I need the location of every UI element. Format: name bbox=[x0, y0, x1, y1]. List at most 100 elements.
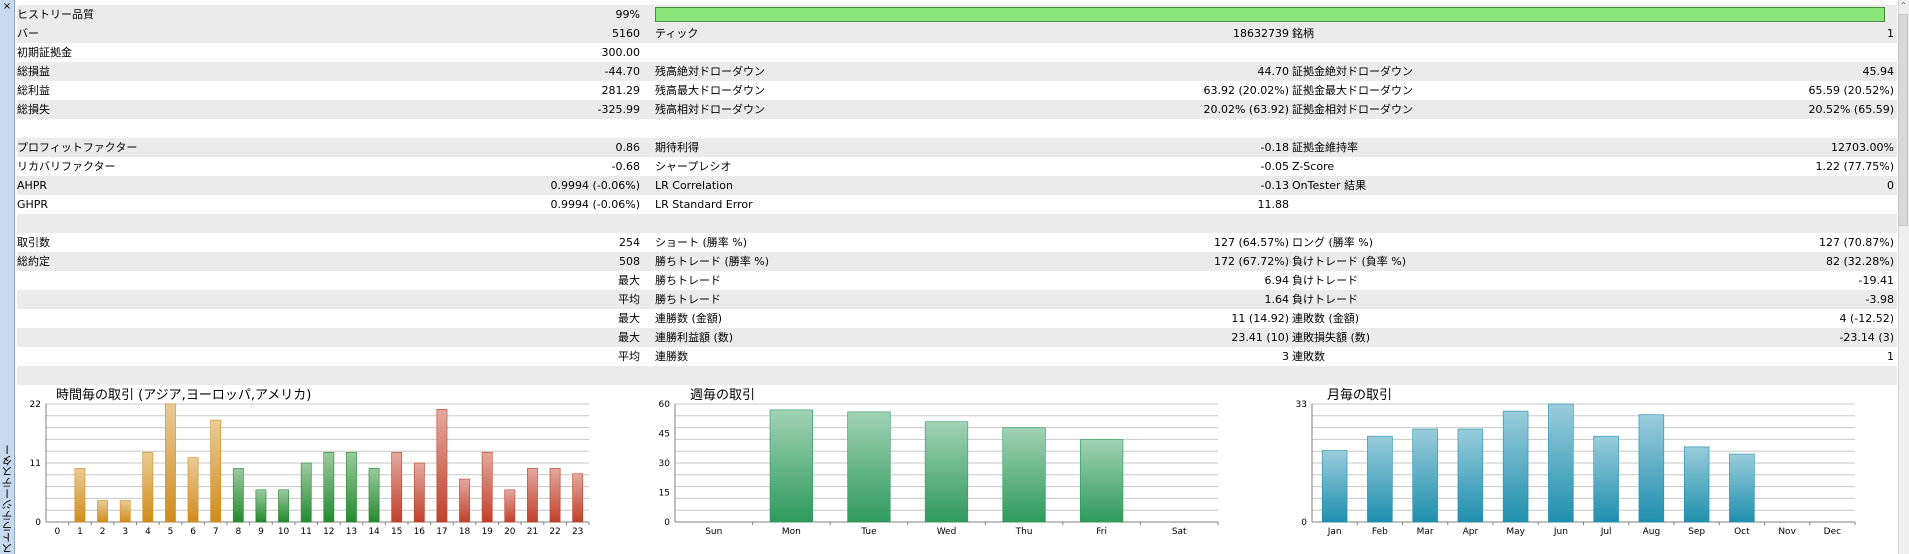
x-tick-label: 22 bbox=[549, 527, 560, 537]
stats-row: ヒストリー品質 99% bbox=[17, 5, 1897, 24]
x-tick-label: Jun bbox=[1553, 527, 1568, 537]
stat-label: LR Standard Error bbox=[655, 198, 753, 211]
bar bbox=[1729, 453, 1755, 523]
stat-label: 連敗数 (金額) bbox=[1292, 312, 1360, 325]
x-tick-label: Tue bbox=[860, 527, 877, 537]
bar bbox=[323, 451, 335, 523]
bar bbox=[1683, 446, 1710, 523]
stat-label: 残高相対ドローダウン bbox=[655, 103, 765, 116]
x-tick-label: 10 bbox=[278, 527, 290, 537]
stat-label: 勝ちトレード bbox=[655, 274, 721, 287]
stat-label: AHPR bbox=[17, 179, 48, 192]
stats-row: リカバリファクター -0.68 シャープレシオ -0.05 Z-Score 1.22 (7… bbox=[17, 157, 1897, 176]
stat-value: 0 bbox=[1887, 179, 1894, 192]
stat-value: 18632739 bbox=[1233, 27, 1289, 40]
x-tick-label: 6 bbox=[190, 527, 196, 537]
stat-label: ヒストリー品質 bbox=[17, 8, 94, 21]
bar bbox=[1502, 410, 1529, 523]
stat-label: 証拠金相対ドローダウン bbox=[1292, 103, 1413, 116]
vertical-scrollbar[interactable]: ⌃ bbox=[1898, 0, 1909, 554]
stat-value: 最大 bbox=[618, 274, 640, 287]
x-tick-label: 5 bbox=[168, 527, 174, 537]
stats-row: プロフィットファクター 0.86 期待利得 -0.18 証拠金維持率 12703.00% bbox=[17, 138, 1897, 157]
x-tick-label: 3 bbox=[122, 527, 128, 537]
y-tick-label: 60 bbox=[659, 400, 671, 410]
x-tick-label: 21 bbox=[527, 527, 538, 537]
stats-row: 平均 連勝数 3 連敗数 1 bbox=[17, 347, 1897, 366]
stat-label: Z-Score bbox=[1292, 160, 1335, 173]
stat-label: 勝ちトレード (勝率 %) bbox=[655, 255, 770, 268]
bar bbox=[481, 451, 493, 523]
stat-value: 平均 bbox=[618, 350, 640, 363]
stats-row: 最大 勝ちトレード 6.94 負けトレード -19.41 bbox=[17, 271, 1897, 290]
stat-label: 総利益 bbox=[17, 84, 50, 97]
bar bbox=[924, 421, 969, 523]
y-tick-label: 0 bbox=[35, 518, 41, 528]
stats-row: 総利益 281.29 残高最大ドローダウン 63.92 (20.02%) 証拠金最大ドロ… bbox=[17, 81, 1897, 100]
x-tick-label: Jan bbox=[1327, 527, 1342, 537]
stats-row: 総損失 -325.99 残高相対ドローダウン 20.02% (63.92) 証拠金相対ド… bbox=[17, 100, 1897, 119]
x-tick-label: 18 bbox=[459, 527, 471, 537]
stat-label: 総約定 bbox=[17, 255, 50, 268]
stat-value: -0.68 bbox=[611, 160, 640, 173]
scroll-up-icon[interactable]: ⌃ bbox=[1899, 1, 1908, 11]
stat-label: リカバリファクター bbox=[17, 160, 116, 173]
stat-label: LR Correlation bbox=[655, 179, 733, 192]
bar bbox=[572, 473, 584, 523]
stats-row: バー 5160 ティック 18632739 銘柄 1 bbox=[17, 24, 1897, 43]
bar bbox=[255, 489, 267, 523]
stat-value: 3 bbox=[1282, 350, 1289, 363]
stat-value: 11.88 bbox=[1257, 198, 1290, 211]
stat-value: 45.94 bbox=[1862, 65, 1895, 78]
stat-value: 最大 bbox=[618, 312, 640, 325]
weekly-trades-chart: 週毎の取引 0 15 30 45 60 Sun Mon Tue Wed Thu Fri Sat bbox=[659, 384, 1243, 554]
stats-row: 初期証拠金 300.00 bbox=[17, 43, 1897, 62]
stat-label: 銘柄 bbox=[1292, 27, 1314, 40]
bar bbox=[527, 468, 538, 523]
stat-label: ロング (勝率 %) bbox=[1292, 236, 1374, 249]
stats-row: 平均 勝ちトレード 1.64 負けトレード -3.98 bbox=[17, 290, 1897, 309]
stat-label: 残高絶対ドローダウン bbox=[655, 65, 765, 78]
bar bbox=[142, 451, 154, 523]
stat-value: 172 (67.72%) bbox=[1213, 255, 1289, 268]
stat-value: 20.52% (65.59) bbox=[1808, 103, 1894, 116]
x-tick-label: Apr bbox=[1463, 527, 1479, 537]
x-tick-label: 0 bbox=[54, 527, 60, 537]
x-tick-label: 9 bbox=[258, 527, 264, 537]
bar bbox=[346, 451, 357, 523]
bar bbox=[210, 419, 222, 523]
stat-label: 期待利得 bbox=[655, 141, 699, 154]
stats-row: 総損益 -44.70 残高絶対ドローダウン 44.70 証拠金絶対ドローダウン 45.94 bbox=[17, 62, 1897, 81]
bar bbox=[504, 489, 516, 523]
stat-value: 254 bbox=[619, 236, 640, 249]
stat-label: 負けトレード (負率 %) bbox=[1292, 255, 1407, 268]
x-tick-label: 19 bbox=[481, 527, 493, 537]
stat-value: -3.98 bbox=[1865, 293, 1894, 306]
scrollbar-thumb[interactable] bbox=[1898, 14, 1908, 226]
x-tick-label: 7 bbox=[213, 527, 219, 537]
bar bbox=[165, 403, 176, 523]
hourly-trades-chart: 時間毎の取引 (アジア,ヨーロッパ,アメリカ) 0 11 22 0 1 2 3 4 5 6 7 8 9 1… bbox=[30, 384, 614, 554]
stat-label: 連敗数 bbox=[1292, 350, 1325, 363]
y-tick-label: 11 bbox=[30, 459, 41, 469]
stat-label: 初期証拠金 bbox=[17, 46, 72, 59]
stats-row: 最大 連勝利益額 (数) 23.41 (10) 連敗損失額 (数) -23.14 (3) bbox=[17, 328, 1897, 347]
stat-label: 勝ちトレード bbox=[655, 293, 721, 306]
stat-value: 1 bbox=[1887, 350, 1894, 363]
stat-value: 44.70 bbox=[1257, 65, 1290, 78]
stat-label: GHPR bbox=[17, 198, 49, 211]
stat-label: ショート (勝率 %) bbox=[655, 236, 748, 249]
stat-value: 0.9994 (-0.06%) bbox=[550, 179, 640, 192]
stat-value: 5160 bbox=[612, 27, 640, 40]
x-tick-label: Mon bbox=[782, 527, 801, 537]
monthly-trades-plot: 0 33 Jan Feb Mar Apr May Jun Jul Aug Sep Oct Nov Dec bbox=[1296, 400, 1856, 537]
close-icon[interactable]: × bbox=[1, 1, 13, 13]
stat-value: -44.70 bbox=[604, 65, 640, 78]
x-tick-label: Thu bbox=[1015, 527, 1033, 537]
stat-value: 99% bbox=[615, 8, 640, 21]
stat-label: 連勝利益額 (数) bbox=[655, 331, 734, 344]
stat-label: 総損益 bbox=[17, 65, 50, 78]
stats-row: AHPR 0.9994 (-0.06%) LR Correlation -0.13 On… bbox=[17, 176, 1897, 195]
stat-label: 負けトレード bbox=[1292, 274, 1358, 287]
weekly-trades-plot: 0 15 30 45 60 Sun Mon Tue Wed Thu Fri Sat bbox=[659, 400, 1219, 537]
